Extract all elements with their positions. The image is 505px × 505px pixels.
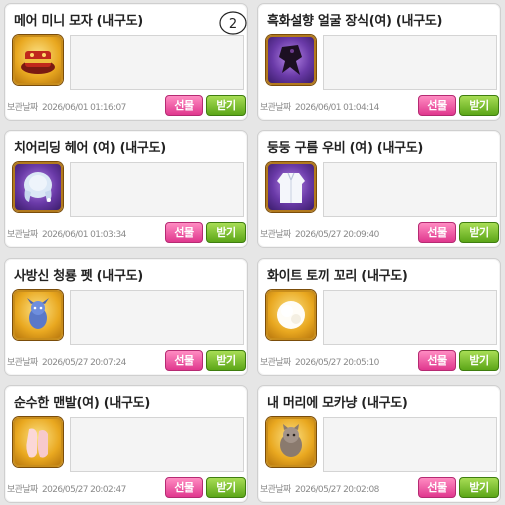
gift-button[interactable]: 선물 [165, 350, 203, 371]
stored-date: 보관날짜 2026/05/27 20:02:08 [260, 482, 379, 495]
item-card: 메어 미니 모자 (내구도) 보관날짜 2026/06/01 01:16:07 … [4, 3, 248, 121]
gift-button[interactable]: 선물 [418, 350, 456, 371]
item-card: 치어리딩 헤어 (여) (내구도) 보관날짜 2026/06/01 01:03:… [4, 130, 248, 248]
receive-button[interactable]: 받기 [206, 222, 246, 243]
date-value: 2026/05/27 20:07:24 [42, 358, 126, 368]
date-value: 2026/05/27 20:02:08 [295, 485, 379, 495]
memo-box [323, 417, 497, 472]
mocha-cat-head-icon [266, 417, 316, 467]
date-label: 보관날짜 [7, 358, 38, 368]
gift-button[interactable]: 선물 [418, 95, 456, 116]
date-value: 2026/06/01 01:04:14 [295, 103, 379, 113]
handwritten-annotation: 2 [219, 11, 247, 35]
receive-button[interactable]: 받기 [459, 95, 499, 116]
item-card: 흑화설향 얼굴 장식(여) (내구도) 보관날짜 2026/06/01 01:0… [257, 3, 501, 121]
cheer-hair-icon [13, 162, 63, 212]
item-card: 내 머리에 모카냥 (내구도) 보관날짜 2026/05/27 20:02:08… [257, 385, 501, 503]
receive-button[interactable]: 받기 [459, 350, 499, 371]
blue-dragon-pet-icon [13, 290, 63, 340]
receive-button[interactable]: 받기 [206, 350, 246, 371]
dark-face-decoration-icon [266, 35, 316, 85]
date-value: 2026/05/27 20:05:10 [295, 358, 379, 368]
date-label: 보관날짜 [260, 358, 291, 368]
gift-button[interactable]: 선물 [165, 477, 203, 498]
gift-button[interactable]: 선물 [418, 477, 456, 498]
item-card: 사방신 청룡 펫 (내구도) 보관날짜 2026/05/27 20:07:24 … [4, 258, 248, 376]
storage-item-grid: 메어 미니 모자 (내구도) 보관날짜 2026/06/01 01:16:07 … [0, 0, 505, 505]
item-name: 화이트 토끼 꼬리 (내구도) [267, 269, 408, 284]
date-value: 2026/05/27 20:09:40 [295, 230, 379, 240]
stored-date: 보관날짜 2026/05/27 20:02:47 [7, 482, 126, 495]
item-card: 순수한 맨발(여) (내구도) 보관날짜 2026/05/27 20:02:47… [4, 385, 248, 503]
item-card: 화이트 토끼 꼬리 (내구도) 보관날짜 2026/05/27 20:05:10… [257, 258, 501, 376]
stored-date: 보관날짜 2026/06/01 01:04:14 [260, 100, 379, 113]
gift-button[interactable]: 선물 [418, 222, 456, 243]
item-name: 사방신 청룡 펫 (내구도) [14, 269, 143, 284]
item-name: 치어리딩 헤어 (여) (내구도) [14, 141, 166, 156]
white-rabbit-tail-icon [266, 290, 316, 340]
date-value: 2026/05/27 20:02:47 [42, 485, 126, 495]
memo-box [70, 35, 244, 90]
memo-box [70, 417, 244, 472]
stored-date: 보관날짜 2026/05/27 20:05:10 [260, 355, 379, 368]
date-value: 2026/06/01 01:03:34 [42, 230, 126, 240]
memo-box [70, 290, 244, 345]
stored-date: 보관날짜 2026/05/27 20:07:24 [7, 355, 126, 368]
stored-date: 보관날짜 2026/05/27 20:09:40 [260, 227, 379, 240]
memo-box [323, 35, 497, 90]
stored-date: 보관날짜 2026/06/01 01:16:07 [7, 100, 126, 113]
date-label: 보관날짜 [7, 230, 38, 240]
gift-button[interactable]: 선물 [165, 222, 203, 243]
date-label: 보관날짜 [260, 485, 291, 495]
receive-button[interactable]: 받기 [459, 222, 499, 243]
item-name: 흑화설향 얼굴 장식(여) (내구도) [267, 14, 443, 29]
date-label: 보관날짜 [7, 485, 38, 495]
svg-text:2: 2 [229, 17, 237, 32]
date-value: 2026/06/01 01:16:07 [42, 103, 126, 113]
item-name: 순수한 맨발(여) (내구도) [14, 396, 150, 411]
date-label: 보관날짜 [260, 230, 291, 240]
gift-button[interactable]: 선물 [165, 95, 203, 116]
stored-date: 보관날짜 2026/06/01 01:03:34 [7, 227, 126, 240]
memo-box [323, 290, 497, 345]
red-hat-icon [13, 35, 63, 85]
date-label: 보관날짜 [260, 103, 291, 113]
receive-button[interactable]: 받기 [206, 477, 246, 498]
item-name: 내 머리에 모카냥 (내구도) [267, 396, 408, 411]
cloud-raincoat-icon [266, 162, 316, 212]
bare-feet-icon [13, 417, 63, 467]
memo-box [70, 162, 244, 217]
item-name: 둥둥 구름 우비 (여) (내구도) [267, 141, 424, 156]
item-name: 메어 미니 모자 (내구도) [14, 14, 143, 29]
date-label: 보관날짜 [7, 103, 38, 113]
item-card: 둥둥 구름 우비 (여) (내구도) 보관날짜 2026/05/27 20:09… [257, 130, 501, 248]
receive-button[interactable]: 받기 [459, 477, 499, 498]
memo-box [323, 162, 497, 217]
receive-button[interactable]: 받기 [206, 95, 246, 116]
